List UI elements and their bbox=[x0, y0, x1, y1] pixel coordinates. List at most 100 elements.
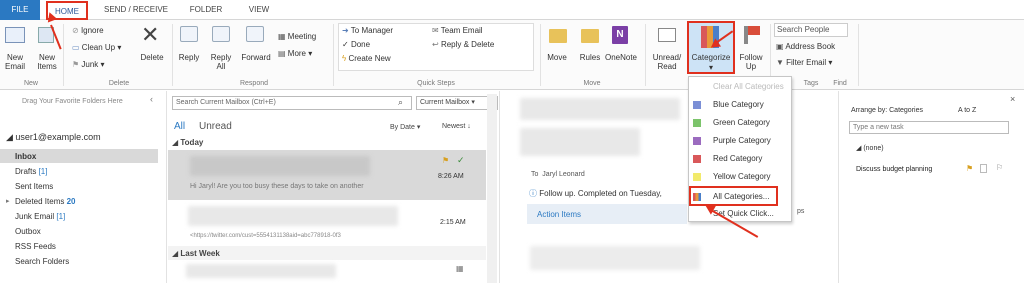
folder-drafts[interactable]: Drafts [1] bbox=[15, 167, 47, 176]
folder-label: Inbox bbox=[15, 152, 37, 161]
categorize-label: Categorize bbox=[691, 53, 731, 62]
new-task-input[interactable]: Type a new task bbox=[849, 121, 1009, 134]
clean-up-icon: ▭ bbox=[72, 43, 82, 52]
sort-by-dropdown[interactable]: By Date ▾ bbox=[390, 123, 420, 131]
folder-rss-feeds[interactable]: RSS Feeds bbox=[15, 242, 56, 251]
meeting-icon: ▦ bbox=[278, 32, 288, 41]
blurred-body bbox=[530, 246, 700, 270]
menu-item-green-category[interactable]: Green Category bbox=[689, 114, 791, 132]
menu-item-blue-category[interactable]: Blue Category bbox=[689, 96, 791, 114]
search-mailbox-input[interactable]: Search Current Mailbox (Ctrl+E) bbox=[172, 96, 412, 110]
follow-up-button[interactable]: Follow Up bbox=[734, 53, 768, 71]
expand-arrow-icon[interactable]: ▸ bbox=[6, 197, 10, 205]
folder-sent-items[interactable]: Sent Items bbox=[15, 182, 53, 191]
group-label: Last Week bbox=[180, 249, 220, 258]
menu-item-yellow-category[interactable]: Yellow Category bbox=[689, 168, 791, 186]
more-label: More bbox=[287, 49, 307, 58]
unread-read-button[interactable]: Unread/ Read bbox=[648, 53, 686, 71]
group-label-respond: Respond bbox=[239, 80, 269, 87]
sort-order-toggle[interactable]: Newest ↓ bbox=[442, 123, 471, 130]
reply-button[interactable]: Reply bbox=[176, 53, 202, 62]
follow-up-flag-icon bbox=[748, 26, 760, 35]
flag-outline-icon[interactable]: ⚐ bbox=[996, 163, 1003, 172]
search-scope-dropdown[interactable]: Current Mailbox ▾ bbox=[416, 96, 498, 110]
account-header[interactable]: ◢ user1@example.com bbox=[6, 132, 101, 143]
team-email-label: Team Email bbox=[440, 26, 483, 35]
blurred-sender bbox=[188, 206, 398, 226]
quick-step-to-manager[interactable]: ➜ To Manager bbox=[342, 25, 393, 36]
quick-step-create-new[interactable]: ϟ Create New bbox=[342, 53, 391, 64]
menu-item-purple-category[interactable]: Purple Category bbox=[689, 132, 791, 150]
tab-folder[interactable]: FOLDER bbox=[186, 3, 226, 17]
sort-a-to-z[interactable]: A to Z bbox=[958, 107, 976, 114]
collapse-pane-icon[interactable]: ‹ bbox=[150, 94, 153, 104]
address-book-button[interactable]: ▣ Address Book bbox=[776, 41, 835, 52]
search-icon[interactable]: ⌕ bbox=[398, 97, 403, 108]
folder-count: 20 bbox=[66, 197, 76, 206]
quick-step-team-email[interactable]: ✉ Team Email bbox=[432, 25, 483, 36]
filter-email-button[interactable]: ▼ Filter Email ▾ bbox=[776, 57, 832, 68]
menu-item-red-category[interactable]: Red Category bbox=[689, 150, 791, 168]
group-none-header[interactable]: ◢ (none) bbox=[856, 144, 884, 152]
clean-up-button[interactable]: ▭ Clean Up ▾ bbox=[72, 42, 121, 53]
forward-button[interactable]: Forward bbox=[238, 53, 274, 62]
arrange-by-label[interactable]: Arrange by: Categories bbox=[851, 107, 923, 114]
filter-unread-link[interactable]: Unread bbox=[199, 121, 232, 132]
folder-search-folders[interactable]: Search Folders bbox=[15, 257, 69, 266]
quick-step-done[interactable]: ✓ Done bbox=[342, 39, 370, 50]
ignore-icon: ⊘ bbox=[72, 26, 81, 35]
highlight-all-categories bbox=[689, 186, 778, 206]
meeting-button[interactable]: ▦ Meeting bbox=[278, 31, 316, 42]
group-label: Today bbox=[180, 138, 204, 147]
folder-label: Deleted Items bbox=[15, 197, 65, 206]
category-box-icon[interactable] bbox=[980, 164, 987, 173]
address-book-icon: ▣ bbox=[776, 42, 786, 51]
rules-button[interactable]: Rules bbox=[575, 53, 605, 62]
delete-icon: ✕ bbox=[141, 22, 160, 47]
onenote-button[interactable]: OneNote bbox=[602, 53, 640, 62]
filter-all-link[interactable]: All bbox=[174, 121, 185, 132]
more-respond-button[interactable]: ▤ More ▾ bbox=[278, 48, 312, 59]
create-new-label: Create New bbox=[348, 54, 391, 63]
divider bbox=[645, 24, 646, 86]
reply-delete-label: Reply & Delete bbox=[440, 40, 495, 49]
tab-send-receive[interactable]: SEND / RECEIVE bbox=[104, 3, 168, 17]
clear-all-categories-item[interactable]: Clear All Categories bbox=[689, 78, 791, 96]
ribbon: New Email New Items New ⊘ Ignore ▭ Clean… bbox=[0, 20, 1024, 90]
green-swatch-icon bbox=[693, 119, 701, 127]
move-folder-icon bbox=[549, 29, 567, 43]
folder-deleted-items[interactable]: Deleted Items 20 bbox=[15, 197, 76, 206]
folder-junk-email[interactable]: Junk Email [1] bbox=[15, 212, 65, 221]
group-header-today[interactable]: ◢ Today bbox=[172, 138, 203, 147]
new-items-button[interactable]: New Items bbox=[32, 53, 62, 71]
task-item[interactable]: Discuss budget planning bbox=[856, 166, 932, 173]
close-icon[interactable]: × bbox=[1010, 94, 1015, 104]
mail-preview: Hi Jaryl! Are you too busy these days to… bbox=[190, 183, 364, 190]
new-email-button[interactable]: New Email bbox=[0, 53, 30, 71]
flag-icon[interactable]: ⚑ bbox=[966, 164, 973, 173]
divider bbox=[172, 24, 173, 86]
divider bbox=[63, 24, 64, 86]
tab-file[interactable]: FILE bbox=[0, 0, 40, 20]
quick-step-reply-delete[interactable]: ↩ Reply & Delete bbox=[432, 39, 494, 50]
flag-icon[interactable]: ⚑ bbox=[442, 156, 449, 165]
mail-list-scrollbar[interactable] bbox=[487, 94, 497, 283]
folder-label: Drafts bbox=[15, 167, 37, 176]
tab-view[interactable]: VIEW bbox=[243, 3, 275, 17]
mail-time: 2:15 AM bbox=[440, 219, 466, 226]
checkmark-icon[interactable]: ✓ bbox=[457, 155, 465, 166]
folder-label: Junk Email bbox=[15, 212, 55, 221]
search-people-input[interactable]: Search People bbox=[774, 23, 848, 37]
menu-label: Purple Category bbox=[713, 136, 771, 145]
rules-icon bbox=[581, 29, 599, 43]
red-swatch-icon bbox=[693, 155, 701, 163]
menu-label: Red Category bbox=[713, 154, 763, 163]
junk-button[interactable]: ⚑ Junk ▾ bbox=[72, 59, 105, 70]
folder-outbox[interactable]: Outbox bbox=[15, 227, 41, 236]
ignore-button[interactable]: ⊘ Ignore bbox=[72, 25, 104, 36]
move-button[interactable]: Move bbox=[542, 53, 572, 62]
group-header-last-week[interactable]: ◢ Last Week bbox=[172, 249, 220, 258]
reply-all-button[interactable]: Reply All bbox=[208, 53, 234, 71]
delete-button[interactable]: Delete bbox=[136, 53, 168, 62]
folder-inbox[interactable]: Inbox bbox=[15, 152, 36, 161]
